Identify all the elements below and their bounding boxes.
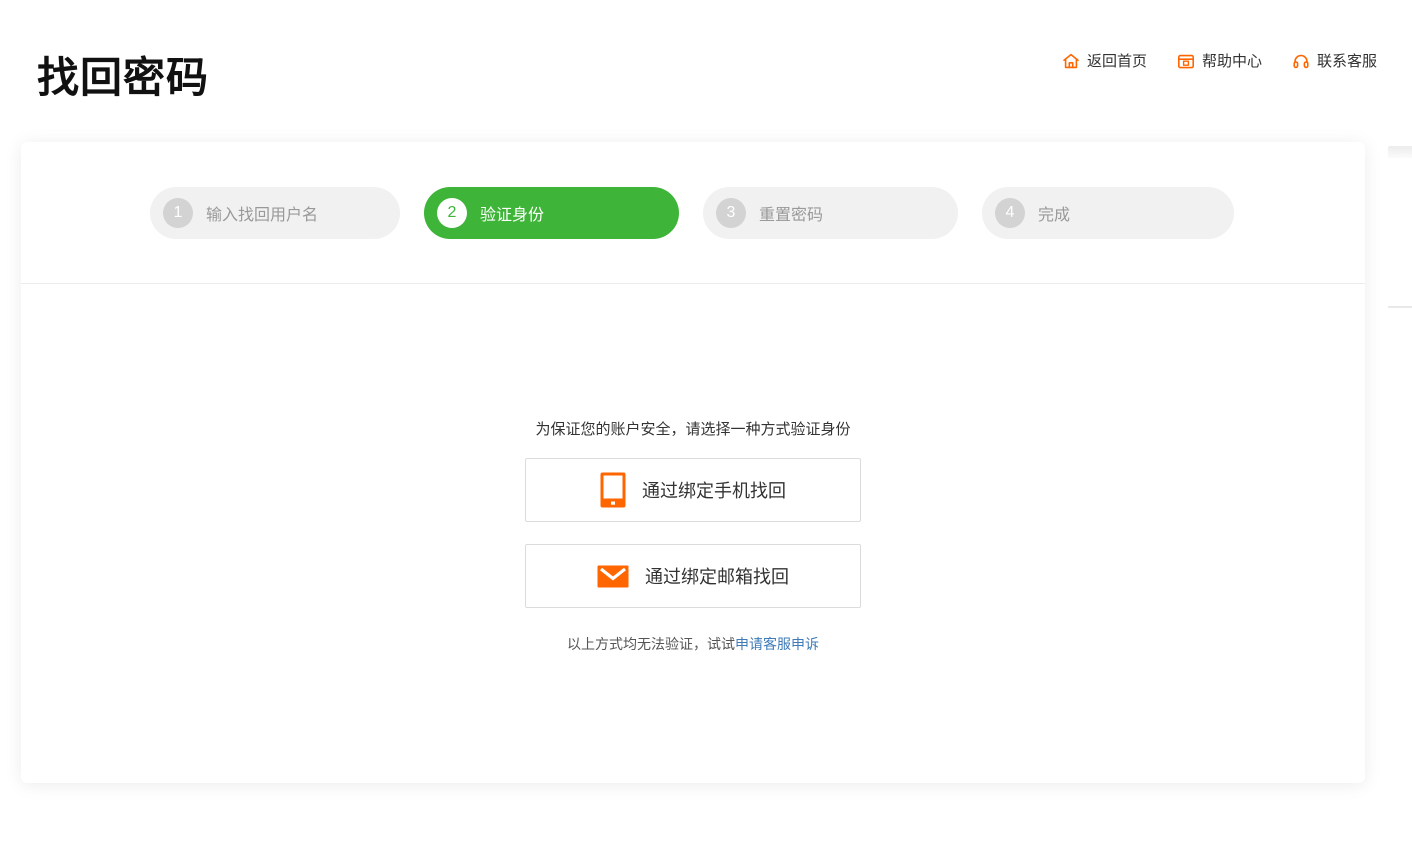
top-link-label: 返回首页 <box>1087 50 1147 71</box>
return-home-link[interactable]: 返回首页 <box>1062 50 1147 71</box>
step-verify-identity: 2 验证身份 <box>424 187 679 239</box>
progress-stepper: 1 输入找回用户名 2 验证身份 3 重置密码 4 完成 <box>150 187 1234 239</box>
method-label: 通过绑定邮箱找回 <box>645 563 789 589</box>
step-reset-password: 3 重置密码 <box>703 187 958 239</box>
top-link-label: 联系客服 <box>1317 50 1377 71</box>
home-icon <box>1062 52 1080 70</box>
right-edge-fragment <box>1388 146 1412 158</box>
step-label: 重置密码 <box>759 201 823 225</box>
step-label: 验证身份 <box>480 201 544 225</box>
step-label: 完成 <box>1038 201 1070 225</box>
top-link-label: 帮助中心 <box>1202 50 1262 71</box>
step-complete: 4 完成 <box>982 187 1234 239</box>
step-label: 输入找回用户名 <box>206 201 318 225</box>
mail-icon <box>597 565 629 588</box>
page-title: 找回密码 <box>37 44 209 105</box>
right-edge-divider-fragment <box>1388 306 1412 308</box>
headset-icon <box>1292 52 1310 70</box>
appeal-prefix-text: 以上方式均无法验证，试试 <box>567 636 735 652</box>
appeal-row: 以上方式均无法验证，试试申请客服申诉 <box>21 634 1365 654</box>
verify-area: 为保证您的账户安全，请选择一种方式验证身份 通过绑定手机找回 通过绑定邮箱找回 <box>21 419 1365 654</box>
step-number-badge: 3 <box>716 198 746 228</box>
step-number-badge: 2 <box>437 198 467 228</box>
appeal-link[interactable]: 申请客服申诉 <box>735 636 819 652</box>
password-recovery-card: 1 输入找回用户名 2 验证身份 3 重置密码 4 完成 为保证您的账户安全，请… <box>21 142 1365 783</box>
top-links-nav: 返回首页 帮助中心 联系客服 <box>1062 50 1377 71</box>
method-label: 通过绑定手机找回 <box>642 477 786 503</box>
contact-support-link[interactable]: 联系客服 <box>1292 50 1377 71</box>
help-center-icon <box>1177 52 1195 70</box>
step-number-badge: 1 <box>163 198 193 228</box>
help-center-link[interactable]: 帮助中心 <box>1177 50 1262 71</box>
card-divider <box>21 283 1365 284</box>
phone-icon <box>600 472 626 508</box>
step-number-badge: 4 <box>995 198 1025 228</box>
verify-by-phone-button[interactable]: 通过绑定手机找回 <box>525 458 861 522</box>
verify-prompt: 为保证您的账户安全，请选择一种方式验证身份 <box>21 419 1365 440</box>
verify-by-email-button[interactable]: 通过绑定邮箱找回 <box>525 544 861 608</box>
step-enter-username: 1 输入找回用户名 <box>150 187 400 239</box>
